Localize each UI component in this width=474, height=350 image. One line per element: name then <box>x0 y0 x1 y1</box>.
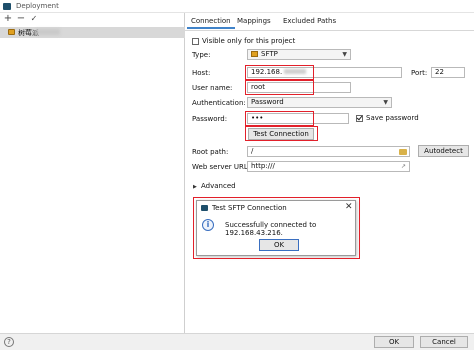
server-list-toolbar: + − ✓ <box>0 13 185 26</box>
tab-excluded-paths[interactable]: Excluded Paths <box>279 15 340 29</box>
tab-mappings[interactable]: Mappings <box>233 15 275 29</box>
server-list-panel: + − ✓ 树莓派 <box>0 13 185 333</box>
dialog-message: Successfully connected to 192.168.43.216… <box>225 221 317 237</box>
port-input[interactable]: 22 <box>431 67 465 78</box>
add-server-button[interactable]: + <box>3 13 13 25</box>
web-server-url-input[interactable]: http:/// ↗ <box>247 161 410 172</box>
port-label: Port: <box>411 69 428 77</box>
web-server-url-label: Web server URL: <box>192 163 251 171</box>
chevron-down-icon: ▼ <box>383 99 388 106</box>
chevron-down-icon: ▼ <box>342 51 347 58</box>
authentication-select[interactable]: Password ▼ <box>247 97 392 108</box>
visible-only-checkbox[interactable] <box>192 38 199 45</box>
root-path-input[interactable]: / <box>247 146 410 157</box>
active-tab-indicator <box>187 27 235 29</box>
save-password-checkbox[interactable] <box>356 115 363 122</box>
root-path-value: / <box>251 147 254 155</box>
password-input[interactable]: ••• <box>247 113 349 124</box>
test-connection-dialog: Test SFTP Connection ✕ i Successfully co… <box>196 200 356 256</box>
username-input[interactable]: root <box>247 82 351 93</box>
authentication-label: Authentication: <box>192 99 246 107</box>
dialog-ok-button[interactable]: OK <box>259 239 299 251</box>
info-icon: i <box>202 219 214 231</box>
title-bar: Deployment <box>0 0 474 13</box>
visible-only-label: Visible only for this project <box>202 37 296 45</box>
cancel-button[interactable]: Cancel <box>420 336 468 348</box>
footer-bar: ? OK Cancel <box>0 333 474 350</box>
redacted-text <box>36 29 60 35</box>
app-icon <box>201 205 208 211</box>
close-icon[interactable]: ✕ <box>345 202 353 212</box>
tab-connection-label: Connection <box>191 17 231 25</box>
save-password-label: Save password <box>366 114 419 122</box>
chevron-right-icon[interactable]: ▶ <box>193 184 197 190</box>
host-input[interactable]: 192.168. <box>247 67 402 78</box>
dialog-title: Test SFTP Connection <box>212 204 287 212</box>
autodetect-button[interactable]: Autodetect <box>418 145 469 157</box>
password-label: Password: <box>192 115 228 123</box>
advanced-toggle[interactable]: Advanced <box>201 182 236 190</box>
settings-panel: Connection Mappings Excluded Paths Visib… <box>185 13 474 333</box>
host-label: Host: <box>192 69 211 77</box>
window-title: Deployment <box>16 2 59 10</box>
remove-server-button[interactable]: − <box>16 13 26 25</box>
type-value: SFTP <box>261 50 278 58</box>
type-label: Type: <box>192 51 211 59</box>
app-icon <box>3 3 11 10</box>
tabs-divider <box>185 30 474 31</box>
sftp-server-icon <box>8 29 15 35</box>
sftp-icon <box>251 51 258 57</box>
server-list-item[interactable]: 树莓派 <box>0 27 185 38</box>
authentication-value: Password <box>251 98 284 106</box>
ok-button[interactable]: OK <box>374 336 414 348</box>
help-icon[interactable]: ? <box>4 337 14 347</box>
root-path-label: Root path: <box>192 148 229 156</box>
folder-icon[interactable] <box>399 149 407 155</box>
test-connection-button[interactable]: Test Connection <box>248 128 314 140</box>
open-link-icon[interactable]: ↗ <box>401 162 406 171</box>
type-select[interactable]: SFTP ▼ <box>247 49 351 60</box>
host-value: 192.168. <box>251 68 283 76</box>
username-label: User name: <box>192 84 233 92</box>
redacted-text <box>284 69 307 74</box>
apply-server-button[interactable]: ✓ <box>29 13 39 25</box>
web-server-url-value: http:/// <box>251 162 275 170</box>
tab-connection[interactable]: Connection <box>187 15 235 29</box>
